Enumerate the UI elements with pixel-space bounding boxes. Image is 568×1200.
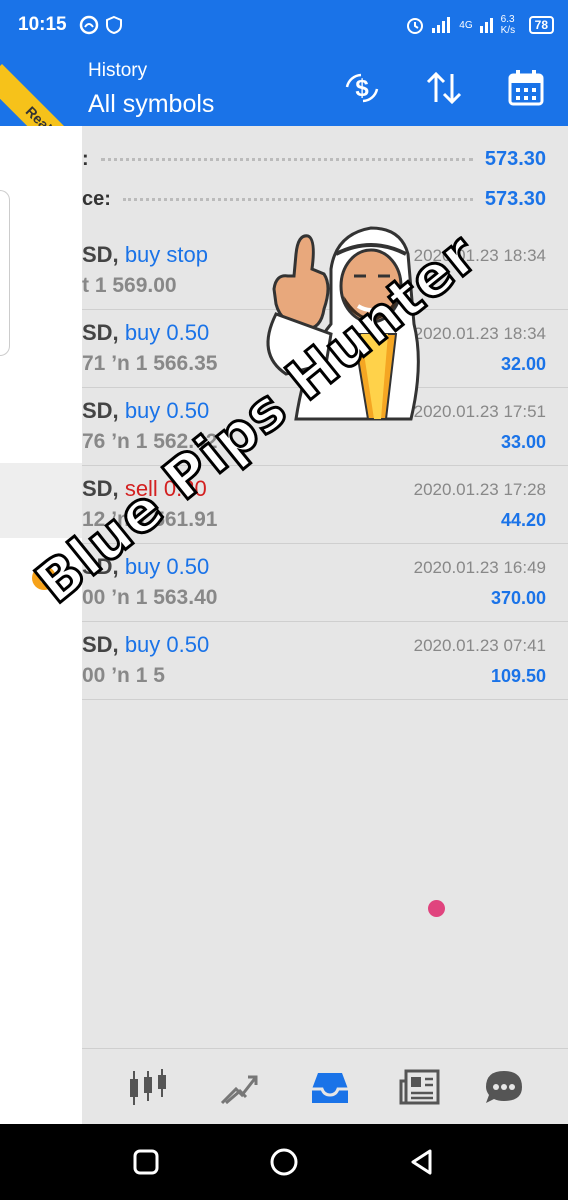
- calendar-button[interactable]: [504, 68, 548, 108]
- shield-icon: [105, 15, 122, 35]
- row-datetime: 2020.01.23 16:49: [413, 558, 546, 577]
- summary-label: :: [82, 147, 89, 170]
- summary-value: 573.30: [484, 187, 546, 210]
- chat-icon: [486, 1071, 522, 1103]
- row-action: buy stop: [124, 242, 208, 267]
- status-bar: 10:15 4G 6.3 K/s 78: [0, 0, 568, 50]
- row-symbol: SD,: [82, 320, 119, 345]
- battery-indicator: 78: [528, 16, 554, 34]
- row-datetime: 2020.01.23 17:51: [413, 402, 546, 421]
- currency-exchange-icon: $: [345, 73, 379, 103]
- bottom-tab-bar: [82, 1048, 568, 1124]
- row-price: 00 ’n 1 563.40: [82, 586, 218, 609]
- drawer-card[interactable]: [0, 190, 10, 356]
- tab-history[interactable]: [306, 1063, 354, 1111]
- network-speed: 6.3 K/s: [500, 14, 516, 36]
- triangle-back-icon: [411, 1149, 432, 1175]
- row-profit: 370.00: [490, 588, 546, 608]
- trade-chart-icon: [220, 1075, 258, 1105]
- toolbar-subtitle: History: [88, 60, 148, 81]
- row-symbol: SD,: [82, 398, 119, 423]
- circle-icon: [270, 1148, 298, 1176]
- row-price: 71 ’n 1 566.35: [82, 352, 218, 375]
- signal-icon: [432, 17, 451, 33]
- alarm-icon: [407, 18, 424, 34]
- row-price: 00 ’n 1 5: [82, 664, 165, 687]
- home-button[interactable]: [266, 1144, 302, 1180]
- account-type-badge: Real: [0, 50, 82, 126]
- leader-dots: [122, 197, 473, 201]
- summary-value: 573.30: [484, 147, 546, 170]
- row-datetime: 2020.01.23 18:34: [413, 324, 546, 343]
- drawer-selected-item[interactable]: [0, 463, 82, 538]
- sort-button[interactable]: [422, 68, 466, 108]
- row-datetime: 2020.01.23 07:41: [413, 636, 546, 655]
- tab-chat[interactable]: [480, 1063, 528, 1111]
- status-time: 10:15: [18, 14, 67, 35]
- summary-label: ce:: [82, 187, 111, 210]
- square-icon: [133, 1149, 159, 1175]
- svg-text:$: $: [355, 75, 369, 102]
- leader-dots: [100, 157, 473, 161]
- calendar-icon: [508, 70, 544, 106]
- real-ribbon: Real: [0, 64, 82, 126]
- back-button[interactable]: [404, 1144, 440, 1180]
- touch-indicator-dot: [428, 900, 445, 917]
- row-profit: 33.00: [500, 432, 546, 452]
- summary-row-profit: : 573.30: [82, 140, 568, 178]
- tab-trade[interactable]: [216, 1063, 264, 1111]
- app-toolbar: History All symbols $: [0, 50, 568, 126]
- tab-quotes[interactable]: [124, 1063, 172, 1111]
- row-action: buy 0.50: [124, 320, 210, 345]
- toolbar-title[interactable]: All symbols: [88, 90, 214, 119]
- network-type: 4G: [459, 19, 473, 31]
- row-symbol: SD,: [82, 242, 119, 267]
- row-symbol: SD,: [82, 632, 119, 657]
- row-price: t 1 569.00: [82, 274, 177, 297]
- history-row[interactable]: SD, buy 0.50 00 ’n 1 5 2020.01.23 07:41 …: [82, 622, 568, 700]
- sort-arrows-icon: [426, 71, 462, 105]
- history-row[interactable]: SD, buy 0.50 00 ’n 1 563.40 2020.01.23 1…: [82, 544, 568, 622]
- app-notification-icon: [79, 15, 98, 35]
- tab-news[interactable]: [396, 1063, 444, 1111]
- row-datetime: 2020.01.23 17:28: [413, 480, 546, 499]
- signal-2-icon: [479, 18, 493, 33]
- row-profit: 109.50: [490, 666, 546, 686]
- summary-row-balance: ce: 573.30: [82, 180, 568, 218]
- row-profit: 32.00: [500, 354, 546, 374]
- row-action: buy 0.50: [124, 398, 210, 423]
- recent-apps-button[interactable]: [128, 1144, 164, 1180]
- quotes-icon: [130, 1069, 166, 1105]
- row-action: buy 0.50: [124, 632, 210, 657]
- row-profit: 44.20: [500, 510, 546, 530]
- system-nav-bar: [0, 1124, 568, 1200]
- news-icon: [399, 1069, 440, 1105]
- history-inbox-icon: [312, 1073, 348, 1103]
- deposit-withdraw-button[interactable]: $: [340, 68, 384, 108]
